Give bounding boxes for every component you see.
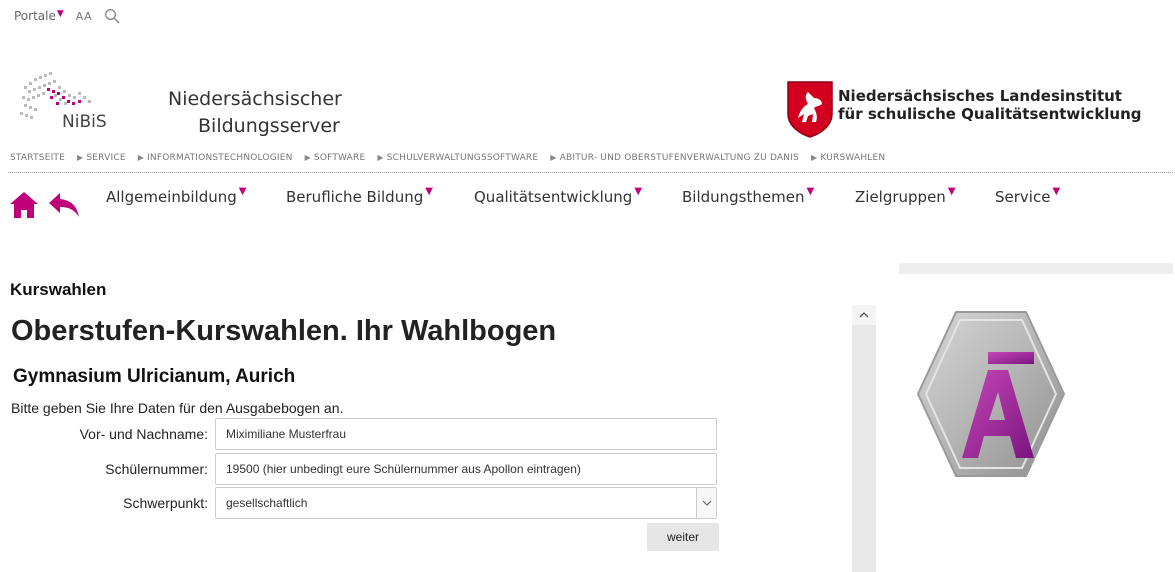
nav-item-bildungsthemen[interactable]: Bildungsthemen ▼ [682,186,815,206]
dropdown-triangle-icon: ▼ [634,186,643,197]
breadcrumb: STARTSEITE ▶ SERVICE ▶ INFORMATIONSTECHNOL… [10,153,885,163]
breadcrumb-item[interactable]: ▶ SOFTWARE [305,153,366,163]
scroll-up-icon[interactable] [852,305,876,325]
focus-select-value: gesellschaftlich [226,496,308,510]
breadcrumb-item[interactable]: STARTSEITE [10,153,65,163]
back-arrow-icon[interactable] [48,192,80,222]
instructions-text: Bitte geben Sie Ihre Daten für den Ausga… [11,400,344,416]
dropdown-triangle-icon: ▼ [238,186,247,197]
form-row-number: Schülernummer: 19500 (hier unbedingt eur… [0,453,720,485]
sidebar-header-bar [899,263,1173,274]
name-label: Vor- und Nachname: [79,426,208,442]
form-row-name: Vor- und Nachname: Miximiliane Musterfra… [0,418,720,450]
arrow-right-icon: ▶ [550,153,557,162]
site-title-line1: Niedersächsischer [168,88,342,110]
arrow-right-icon: ▶ [304,153,311,162]
institute-title-line1: Niedersächsisches Landesinstitut [838,87,1122,105]
breadcrumb-item-label: KURSWAHLEN [820,153,886,163]
page-title: Oberstufen-Kurswahlen. Ihr Wahlbogen [11,315,557,347]
institute-title-line2: für schulische Qualitätsentwicklung [838,105,1142,123]
nav-item-qualitaetsentwicklung[interactable]: Qualitätsentwicklung ▼ [474,186,643,206]
arrow-right-icon: ▶ [810,153,818,162]
nav-item-allgemeinbildung[interactable]: Allgemeinbildung ▼ [106,186,247,206]
arrow-right-icon: ▶ [377,153,384,162]
dropdown-triangle-icon: ▼ [56,9,64,19]
weiter-button[interactable]: weiter [647,523,719,551]
breadcrumb-item-label: SERVICE [86,153,126,163]
dropdown-triangle-icon: ▼ [947,186,956,197]
lower-saxony-crest-icon[interactable] [786,80,834,138]
focus-label: Schwerpunkt: [123,495,208,511]
nav-item-berufliche-bildung[interactable]: Berufliche Bildung ▼ [286,186,433,206]
arrow-right-icon: ▶ [77,153,84,162]
dropdown-triangle-icon: ▼ [1052,186,1061,197]
chevron-down-icon[interactable] [696,488,716,518]
breadcrumb-item-label: ABITUR- UND OBERSTUFENVERWALTUNG ZU DANI… [559,153,799,163]
nav-item-zielgruppen[interactable]: Zielgruppen ▼ [855,186,956,206]
breadcrumb-divider [8,172,1173,173]
breadcrumb-item[interactable]: ▶ INFORMATIONSTECHNOLOGIEN [138,153,293,163]
dropdown-triangle-icon: ▼ [425,186,433,197]
institute-title[interactable]: Niedersächsisches Landesinstitut für sch… [838,87,1142,123]
nav-item-service[interactable]: Service ▼ [995,186,1061,206]
breadcrumb-item-label: SOFTWARE [313,153,366,163]
font-size-toggle[interactable]: AA [76,10,92,23]
breadcrumb-item-label: SCHULVERWALTUNGSSOFTWARE [386,153,539,163]
breadcrumb-item[interactable]: ▶ ABITUR- UND OBERSTUFENVERWALTUNG ZU DAN… [550,153,799,163]
section-heading: Kurswahlen [10,280,107,299]
scrollbar[interactable] [852,305,876,572]
utility-bar: Portale▼ AA [14,8,120,24]
site-title[interactable]: Niedersächsischer Bildungsserver [168,86,342,140]
breadcrumb-item[interactable]: ▶ SERVICE [77,153,126,163]
school-name: Gymnasium Ulricianum, Aurich [13,366,296,387]
dropdown-triangle-icon: ▼ [806,186,815,197]
site-title-line2: Bildungsserver [198,115,340,137]
apollon-logo [916,308,1066,480]
focus-select[interactable]: gesellschaftlich [215,487,717,519]
arrow-right-icon: ▶ [137,153,145,162]
student-number-label: Schülernummer: [105,461,208,477]
form-row-focus: Schwerpunkt: gesellschaftlich [0,487,720,519]
nibis-wordmark: NiBiS [62,112,107,132]
search-icon[interactable] [104,8,120,24]
breadcrumb-item[interactable]: ▶ SCHULVERWALTUNGSSOFTWARE [377,153,538,163]
breadcrumb-item[interactable]: ▶ KURSWAHLEN [811,153,885,163]
portale-menu[interactable]: Portale▼ [14,9,64,23]
home-icon[interactable] [9,191,39,223]
name-input[interactable]: Miximiliane Musterfrau [215,418,717,450]
student-number-input[interactable]: 19500 (hier unbedingt eure Schülernummer… [215,453,717,485]
breadcrumb-item-label: INFORMATIONSTECHNOLOGIEN [147,153,293,163]
